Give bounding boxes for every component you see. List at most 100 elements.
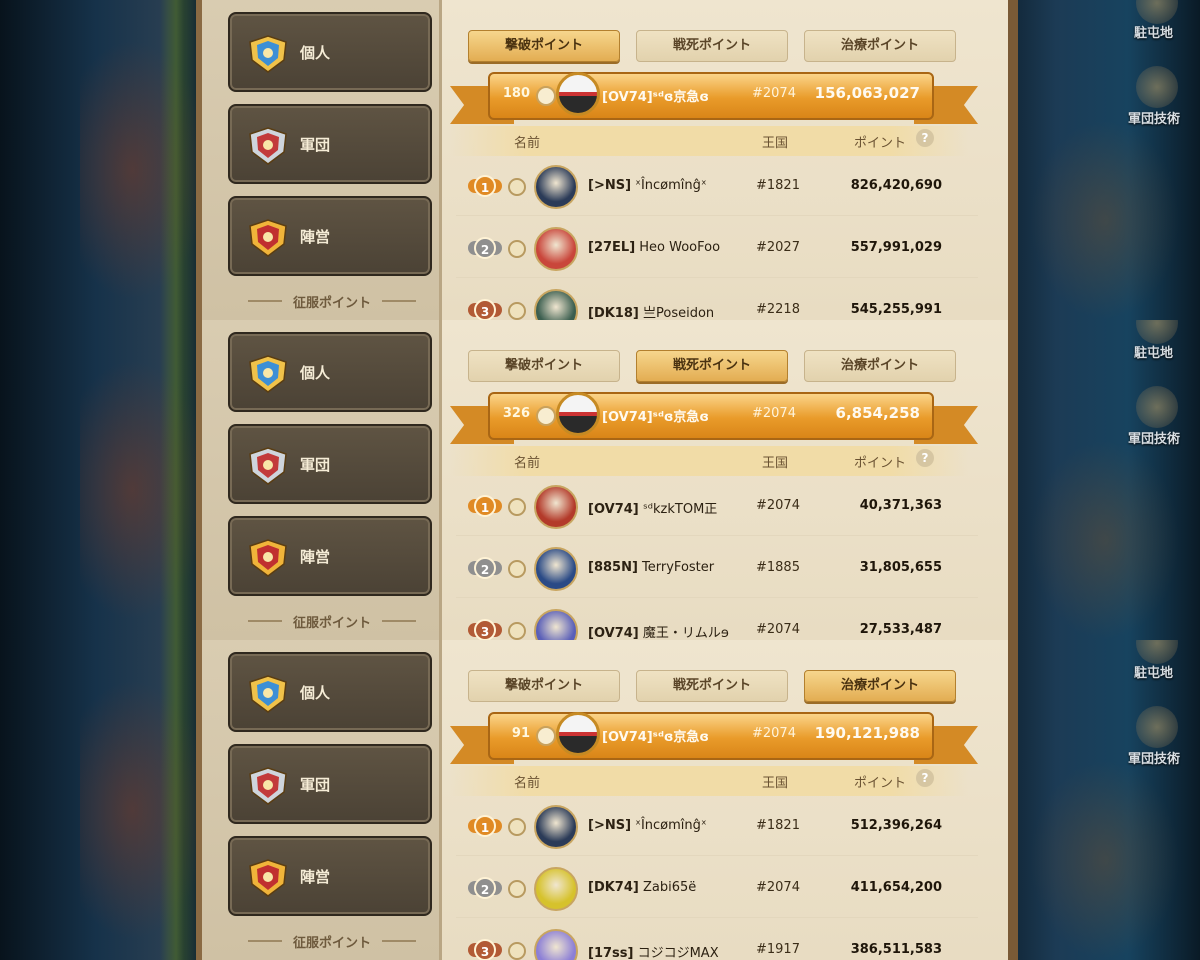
category-button-individual[interactable]: 個人 (228, 652, 432, 732)
civilization-icon (536, 726, 556, 746)
my-rank-banner[interactable]: 326 [OV74]ˢᵈɞ京急ɞ #2074 6,854,258 (488, 392, 934, 440)
camp-label[interactable]: 駐屯地 (1134, 662, 1173, 681)
ranking-row[interactable]: 2 [27EL] Heo WooFoo #2027 557,991,029 (456, 218, 978, 278)
category-button-alliance[interactable]: 軍団 (228, 104, 432, 184)
camp-label[interactable]: 駐屯地 (1134, 342, 1173, 361)
my-rank-banner[interactable]: 180 [OV74]ˢᵈɞ京急ɞ #2074 156,063,027 (488, 72, 934, 120)
tab-kill-points[interactable]: 撃破ポイント (468, 670, 620, 702)
category-button-faction[interactable]: 陣営 (228, 836, 432, 916)
player-nickname: TerryFoster (642, 560, 715, 575)
ranking-row[interactable]: 2 [885N] TerryFoster #1885 31,805,655 (456, 538, 978, 598)
alliance-tag: [885N] (588, 560, 638, 575)
player-kingdom: #1917 (756, 942, 800, 957)
category-label: 陣営 (300, 868, 331, 886)
individual-emblem-icon (249, 35, 287, 73)
conquest-points-label[interactable]: 征服ポイント (242, 932, 422, 951)
player-name: [17ss] コジコジMAX (588, 942, 719, 960)
player-points: 31,805,655 (859, 560, 942, 575)
player-avatar[interactable] (534, 485, 578, 529)
tab-dead-points[interactable]: 戦死ポイント (636, 670, 788, 702)
player-avatar[interactable] (534, 867, 578, 911)
civilization-icon (508, 178, 526, 196)
player-points: 386,511,583 (850, 942, 942, 957)
player-avatar[interactable] (534, 165, 578, 209)
alliance-tag: [>NS] (588, 178, 632, 193)
player-kingdom: #1885 (756, 560, 800, 575)
category-label: 個人 (300, 364, 331, 382)
player-name: [OV74] 魔王・リムルɘ (588, 622, 729, 640)
category-button-faction[interactable]: 陣営 (228, 196, 432, 276)
faction-emblem-icon (249, 539, 287, 577)
alliance-emblem-icon (249, 767, 287, 805)
tab-dead-points[interactable]: 戦死ポイント (636, 30, 788, 62)
rank-medal-icon: 2 (468, 877, 502, 901)
category-button-individual[interactable]: 個人 (228, 332, 432, 412)
category-label: 陣営 (300, 228, 331, 246)
rank-number: 3 (474, 939, 496, 960)
help-icon[interactable]: ? (916, 449, 934, 467)
vine-decoration (160, 0, 200, 320)
conquest-points-label[interactable]: 征服ポイント (242, 612, 422, 631)
player-name: [DK18] 亗Poseidon (588, 302, 714, 320)
help-icon[interactable]: ? (916, 769, 934, 787)
alliance-tech-label[interactable]: 軍団技術 (1128, 748, 1180, 767)
conquest-points-label[interactable]: 征服ポイント (242, 292, 422, 311)
ranking-row[interactable]: 2 [DK74] Zabi65ë #2074 411,654,200 (456, 858, 978, 918)
ranking-row[interactable]: 3 [OV74] 魔王・リムルɘ #2074 27,533,487 (456, 600, 978, 640)
player-points: 40,371,363 (859, 498, 942, 513)
column-points: ポイント (854, 456, 907, 471)
category-label: 陣営 (300, 548, 331, 566)
my-avatar (556, 712, 600, 756)
column-kingdom: 王国 (762, 776, 789, 791)
player-avatar[interactable] (534, 805, 578, 849)
player-points: 826,420,690 (850, 178, 942, 193)
tab-heal-points[interactable]: 治療ポイント (804, 670, 956, 702)
tab-kill-points[interactable]: 撃破ポイント (468, 30, 620, 62)
player-avatar[interactable] (534, 929, 578, 960)
player-avatar[interactable] (534, 547, 578, 591)
category-button-faction[interactable]: 陣営 (228, 516, 432, 596)
civilization-icon (536, 86, 556, 106)
category-label: 軍団 (300, 776, 331, 794)
camp-label[interactable]: 駐屯地 (1134, 22, 1173, 41)
player-points: 557,991,029 (850, 240, 942, 255)
player-kingdom: #2027 (756, 240, 800, 255)
tab-kill-points[interactable]: 撃破ポイント (468, 350, 620, 382)
ranking-screen: 駐屯地軍団技術 個人 軍団 陣営征服ポイント 撃破ポイント 戦死ポイント 治療ポイント… (0, 0, 1200, 320)
ranking-screen: 駐屯地 軍団技術 個人 軍団 陣営 征服ポイント 撃破ポイント 戦死ポイント 治療ポイント… (0, 640, 1200, 960)
ranking-row[interactable]: 3 [DK18] 亗Poseidon #2218 545,255,991 (456, 280, 978, 320)
individual-emblem-icon (249, 675, 287, 713)
civilization-icon (508, 240, 526, 258)
my-name: [OV74]ˢᵈɞ京急ɞ (602, 730, 709, 745)
alliance-tech-icon[interactable] (1136, 706, 1178, 748)
ranking-row[interactable]: 1 [OV74] ˢᵈkzkTOM正 #2074 40,371,363 (456, 476, 978, 536)
alliance-tech-icon[interactable] (1136, 66, 1178, 108)
player-avatar[interactable] (534, 609, 578, 640)
alliance-tech-label[interactable]: 軍団技術 (1128, 428, 1180, 447)
ranking-row[interactable]: 1 [>NS] ˣÎncømînĝˣ #1821 512,396,264 (456, 796, 978, 856)
player-kingdom: #1821 (756, 178, 800, 193)
ranking-row[interactable]: 3 [17ss] コジコジMAX #1917 386,511,583 (456, 920, 978, 960)
player-avatar[interactable] (534, 227, 578, 271)
help-icon[interactable]: ? (916, 129, 934, 147)
faction-emblem-icon (249, 219, 287, 257)
tab-heal-points[interactable]: 治療ポイント (804, 30, 956, 62)
alliance-tech-label[interactable]: 軍団技術 (1128, 108, 1180, 127)
ranking-row[interactable]: 1 [>NS] ˣÎncømînĝˣ #1821 826,420,690 (456, 156, 978, 216)
player-nickname: ˢᵈkzkTOM正 (642, 502, 718, 517)
background-figure (1030, 760, 1180, 960)
my-rank-banner[interactable]: 91 [OV74]ˢᵈɞ京急ɞ #2074 190,121,988 (488, 712, 934, 760)
category-button-individual[interactable]: 個人 (228, 12, 432, 92)
player-points: 512,396,264 (850, 818, 942, 833)
player-avatar[interactable] (534, 289, 578, 320)
category-button-alliance[interactable]: 軍団 (228, 424, 432, 504)
alliance-tech-icon[interactable] (1136, 386, 1178, 428)
ranking-screen: 駐屯地軍団技術 個人 軍団 陣営征服ポイント 撃破ポイント 戦死ポイント 治療ポイント… (0, 320, 1200, 640)
category-label: 個人 (300, 44, 331, 62)
category-label: 軍団 (300, 456, 331, 474)
tab-dead-points[interactable]: 戦死ポイント (636, 350, 788, 382)
category-button-alliance[interactable]: 軍団 (228, 744, 432, 824)
category-sidebar: 個人 軍団 陣営征服ポイント (202, 640, 442, 960)
tab-heal-points[interactable]: 治療ポイント (804, 350, 956, 382)
rank-number: 2 (474, 237, 496, 259)
